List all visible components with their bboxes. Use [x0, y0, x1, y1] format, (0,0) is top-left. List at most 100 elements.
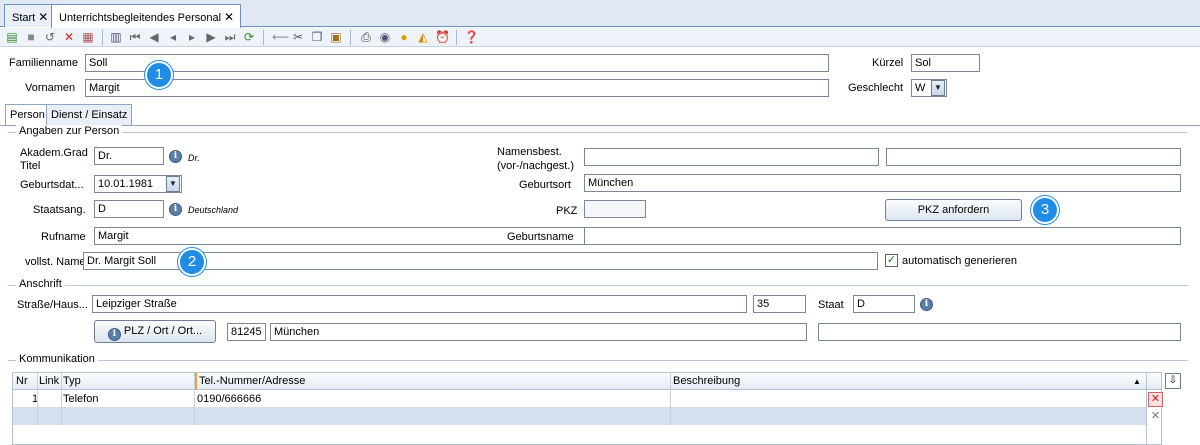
preview-icon[interactable]: ◉ — [378, 30, 392, 44]
cell-typ: Telefon — [63, 393, 99, 405]
table-row[interactable] — [13, 391, 1146, 408]
close-icon[interactable]: ✕ — [224, 10, 234, 24]
pkz-anfordern-button[interactable]: PKZ anfordern — [885, 199, 1022, 221]
tab-unterrichtsbegleitendes-personal[interactable]: Unterrichtsbegleitendes Personal ✕ — [51, 4, 242, 28]
undo-icon[interactable]: ↺ — [43, 30, 57, 44]
table-row-new[interactable] — [13, 408, 1146, 425]
column-divider — [37, 373, 38, 425]
column-divider — [1146, 373, 1147, 445]
staatsang-label: Staatsang. — [33, 204, 86, 216]
first-record-icon[interactable]: ⏮ — [128, 30, 142, 44]
pkz-input[interactable] — [584, 200, 646, 218]
info-icon[interactable]: i — [169, 150, 182, 163]
plz-input[interactable]: 81245 — [227, 323, 266, 341]
column-header-beschreibung[interactable]: Beschreibung — [673, 373, 740, 390]
info-icon[interactable]: i — [920, 298, 933, 311]
akad-grad-label: Akadem.Grad — [20, 147, 88, 159]
auto-generate-label: automatisch generieren — [902, 255, 1017, 267]
auto-generate-checkbox[interactable]: ✓ — [885, 254, 898, 267]
close-icon[interactable]: ✕ — [38, 10, 48, 24]
familienname-input[interactable]: Soll — [85, 54, 829, 72]
geschlecht-label: Geschlecht — [848, 82, 904, 94]
new-record-icon[interactable]: ▤ — [5, 30, 19, 44]
namensbest-vor-input[interactable] — [584, 148, 879, 166]
tab-start[interactable]: Start ✕ — [4, 4, 56, 27]
namensbest-nach-input[interactable] — [886, 148, 1181, 166]
last-record-icon[interactable]: ⏭ — [223, 30, 237, 44]
staatsang-input[interactable]: D — [94, 200, 164, 218]
hausnummer-input[interactable]: 35 — [753, 295, 806, 313]
column-header-nr[interactable]: Nr — [16, 373, 28, 390]
delete-icon[interactable]: ✕ — [62, 30, 76, 44]
akad-grad-input[interactable]: Dr. — [94, 147, 164, 165]
cleanup-icon[interactable]: ◭ — [416, 30, 430, 44]
callout-badge-3: 3 — [1031, 196, 1059, 224]
staat-label: Staat — [818, 299, 844, 311]
group-title-anschrift: Anschrift — [16, 278, 65, 290]
delete-row-icon[interactable]: ✕ — [1148, 392, 1163, 407]
lightbulb-icon[interactable]: ● — [397, 30, 411, 44]
info-icon[interactable]: i — [169, 203, 182, 216]
column-header-link[interactable]: Link — [39, 373, 59, 390]
table-icon[interactable]: ▦ — [81, 30, 95, 44]
geburtsort-input[interactable]: München — [584, 174, 1181, 192]
akad-grad-hint: Dr. — [188, 153, 200, 163]
group-title-person: Angaben zur Person — [16, 125, 123, 137]
tab-panel-border — [0, 125, 1200, 126]
toolbar-separator — [350, 30, 351, 45]
geburtsname-input[interactable] — [584, 227, 1181, 245]
plz-ort-button[interactable]: i PLZ / Ort / Ort... — [94, 320, 216, 343]
rufname-label: Rufname — [41, 231, 86, 243]
toolbar-separator — [102, 30, 103, 45]
toolbar-separator — [456, 30, 457, 45]
copy-icon[interactable]: ❐ — [310, 30, 324, 44]
titel-label: Titel — [20, 160, 41, 172]
next-page-icon[interactable]: ▶ — [204, 30, 218, 44]
geburtsname-label: Geburtsname — [507, 231, 574, 243]
delete-row-icon-disabled: ✕ — [1150, 410, 1161, 422]
column-divider — [194, 373, 195, 425]
geburtsdatum-label: Geburtsdat... — [20, 179, 84, 191]
column-header-typ[interactable]: Typ — [63, 373, 81, 390]
plz-ort-button-label: PLZ / Ort / Ort... — [123, 325, 203, 337]
info-icon: i — [107, 328, 121, 341]
kuerzel-input[interactable]: Sol — [911, 54, 980, 72]
column-divider — [670, 373, 671, 425]
ortsteil-input[interactable] — [818, 323, 1181, 341]
back-arrow-icon[interactable]: ⟵ — [272, 30, 289, 44]
ort-input[interactable]: München — [270, 323, 807, 341]
pkz-label: PKZ — [556, 205, 578, 217]
vornamen-input[interactable]: Margit — [85, 79, 829, 97]
column-divider — [61, 373, 62, 425]
column-header-adresse[interactable]: Tel.-Nummer/Adresse — [195, 373, 305, 390]
save-icon[interactable]: ■ — [24, 30, 38, 44]
refresh-icon[interactable]: ⟳ — [242, 30, 256, 44]
grid-header-row — [13, 373, 1161, 390]
help-icon[interactable]: ❓ — [464, 30, 479, 44]
next-record-icon[interactable]: ▸ — [185, 30, 199, 44]
kommunikation-grid: Nr Link Typ Tel.-Nummer/Adresse Beschrei… — [12, 372, 1181, 445]
tab-dienst-einsatz[interactable]: Dienst / Einsatz — [46, 104, 133, 125]
alarm-icon[interactable]: ⏰ — [435, 30, 450, 44]
kuerzel-label: Kürzel — [872, 57, 904, 69]
column-chooser-icon[interactable]: ⇩ — [1165, 373, 1181, 389]
chevron-down-icon[interactable]: ▼ — [931, 80, 945, 96]
cut-icon[interactable]: ✂ — [291, 30, 305, 44]
paste-icon[interactable]: ▣ — [329, 30, 343, 44]
callout-badge-2: 2 — [178, 248, 206, 276]
vollst-name-label: vollst. Name — [25, 256, 86, 268]
strasse-input[interactable]: Leipziger Straße — [92, 295, 747, 313]
staat-input[interactable]: D — [853, 295, 915, 313]
callout-badge-1: 1 — [145, 61, 173, 89]
copy-form-icon[interactable]: ▥ — [109, 30, 123, 44]
previous-record-icon[interactable]: ◂ — [166, 30, 180, 44]
tab-person[interactable]: Person — [5, 104, 50, 126]
calendar-dropdown-icon[interactable]: ▼ — [166, 176, 180, 192]
toolbar-separator — [263, 30, 264, 45]
cell-adresse: 0190/666666 — [197, 393, 262, 405]
print-icon[interactable]: ⎙ — [359, 30, 373, 44]
toolbar: ▤ ■ ↺ ✕ ▦ ▥ ⏮ ◀ ◂ ▸ ▶ ⏭ ⟳ ⟵ ✂ ❐ ▣ ⎙ ◉ ● … — [0, 28, 1200, 47]
sort-ascending-icon[interactable]: ▲ — [1133, 373, 1141, 390]
previous-page-icon[interactable]: ◀ — [147, 30, 161, 44]
strasse-label: Straße/Haus... — [17, 299, 88, 311]
